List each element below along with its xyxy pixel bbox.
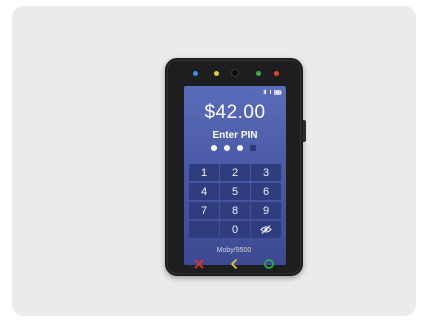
bluetooth-icon — [263, 89, 267, 95]
signal-icon — [270, 90, 271, 94]
led-blue — [193, 71, 198, 76]
pin-keypad: 1 2 3 4 5 6 7 8 9 0 — [189, 164, 281, 238]
battery-icon — [274, 89, 282, 95]
pin-prompt: Enter PIN — [212, 130, 258, 141]
pin-dot-empty — [250, 145, 256, 151]
status-bar — [263, 89, 282, 95]
terminal-screen: $42.00 Enter PIN 1 2 3 4 5 6 7 8 9 0 — [184, 86, 286, 265]
pin-entry-indicator — [211, 145, 256, 151]
key-0[interactable]: 0 — [220, 221, 250, 238]
back-chevron-left-icon[interactable] — [228, 258, 240, 270]
hardware-buttons — [165, 258, 303, 270]
amount-display: $42.00 — [204, 102, 266, 123]
hide-pin-key[interactable] — [251, 221, 281, 238]
key-8[interactable]: 8 — [220, 202, 250, 219]
key-9[interactable]: 9 — [251, 202, 281, 219]
pin-dot-filled — [211, 145, 217, 151]
led-green — [256, 71, 261, 76]
cancel-x-icon[interactable] — [193, 258, 205, 270]
key-2[interactable]: 2 — [220, 164, 250, 181]
key-6[interactable]: 6 — [251, 183, 281, 200]
side-button[interactable] — [303, 120, 306, 142]
key-7[interactable]: 7 — [189, 202, 219, 219]
pin-dot-filled — [237, 145, 243, 151]
model-label: Moby/9500 — [216, 247, 252, 254]
payment-terminal: $42.00 Enter PIN 1 2 3 4 5 6 7 8 9 0 Mob… — [165, 58, 306, 276]
key-blank — [189, 221, 219, 238]
eye-slash-icon — [260, 225, 272, 234]
key-1[interactable]: 1 — [189, 164, 219, 181]
product-card: $42.00 Enter PIN 1 2 3 4 5 6 7 8 9 0 Mob… — [12, 6, 416, 316]
pin-dot-filled — [224, 145, 230, 151]
key-3[interactable]: 3 — [251, 164, 281, 181]
key-5[interactable]: 5 — [220, 183, 250, 200]
led-red — [274, 71, 279, 76]
camera-lens — [231, 69, 239, 77]
key-4[interactable]: 4 — [189, 183, 219, 200]
led-yellow — [214, 71, 219, 76]
ok-circle-icon[interactable] — [263, 258, 275, 270]
